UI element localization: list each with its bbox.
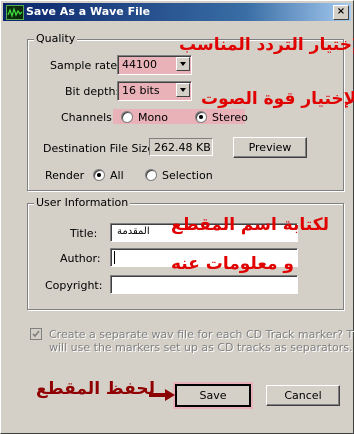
author-label: Author: [60, 252, 101, 265]
title-annotation-line2: و معلومات عنه [171, 254, 294, 274]
chevron-down-icon[interactable] [176, 57, 190, 71]
destination-size-label: Destination File Size : [43, 142, 162, 155]
text-caret [114, 251, 115, 264]
preview-button[interactable]: Preview [233, 137, 307, 158]
title-bar[interactable]: Save As a Wave File × [3, 3, 351, 21]
wave-file-icon [6, 5, 24, 20]
copyright-label: Copyright: [45, 279, 103, 292]
cancel-button-label: Cancel [284, 389, 322, 402]
save-annotation: لحفظ المقطع [36, 379, 156, 399]
sample-rate-value: 44100 [122, 58, 157, 71]
quality-group-label: Quality [34, 32, 78, 45]
channel-stereo-radio[interactable] [195, 111, 207, 123]
render-all-radio[interactable] [93, 169, 105, 181]
user-information-group-label: User Information [34, 196, 131, 209]
bit-depth-value: 16 bits [122, 84, 160, 97]
channel-mono-label[interactable]: Mono [138, 111, 168, 124]
save-button-label: Save [199, 389, 227, 402]
cd-marker-text-line1: Create a separate wav file for each CD T… [49, 328, 354, 341]
bit-depth-annotation: لإختيار قوة الصوت [201, 89, 354, 109]
copyright-field[interactable] [110, 275, 298, 294]
sample-rate-select[interactable]: 44100 [117, 55, 192, 75]
save-as-wave-dialog: Save As a Wave File × Quality Sample rat… [0, 0, 354, 434]
title-annotation-line1: لكتابة اسم المقطع [171, 215, 330, 235]
render-selection-radio[interactable] [145, 169, 157, 181]
cd-marker-checkbox[interactable] [30, 328, 42, 340]
channels-label: Channels: [61, 111, 116, 124]
arrow-icon [149, 389, 175, 401]
render-label: Render [45, 169, 85, 182]
bit-depth-select[interactable]: 16 bits [117, 81, 192, 101]
render-selection-label[interactable]: Selection [162, 169, 213, 182]
cd-marker-text-line2: will use the markers set up as CD tracks… [49, 341, 353, 354]
save-button[interactable]: Save [175, 384, 251, 407]
title-label: Title: [70, 227, 98, 240]
sample-rate-annotation: لإختيار التردد المناسب [179, 35, 354, 55]
destination-size-value: 262.48 KB [154, 141, 211, 154]
channel-mono-radio[interactable] [121, 111, 133, 123]
checkmark-icon [32, 330, 40, 338]
title-field-value: المقدمة [117, 226, 150, 237]
close-icon: × [336, 6, 346, 17]
render-all-label[interactable]: All [110, 169, 124, 182]
close-button[interactable]: × [333, 5, 349, 20]
window-title: Save As a Wave File [26, 5, 151, 18]
channel-stereo-label[interactable]: Stereo [212, 111, 248, 124]
destination-size-box: 262.48 KB [149, 138, 213, 156]
sample-rate-label: Sample rate: [50, 59, 121, 72]
chevron-down-icon[interactable] [176, 83, 190, 97]
bit-depth-label: Bit depth: [65, 85, 120, 98]
preview-button-label: Preview [248, 141, 292, 154]
cancel-button[interactable]: Cancel [266, 385, 340, 406]
